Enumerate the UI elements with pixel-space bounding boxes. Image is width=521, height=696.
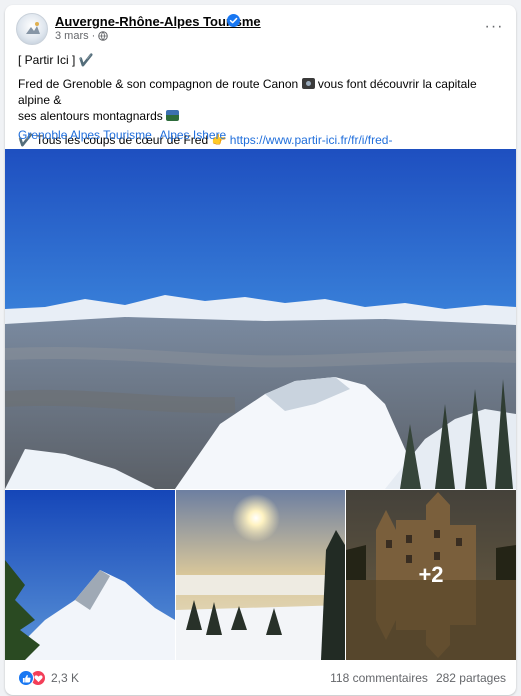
hashtag-grenoble[interactable]: Grenoble Alpes Tourisme bbox=[18, 128, 152, 142]
reaction-count[interactable]: 2,3 K bbox=[51, 671, 79, 685]
post-meta: 3 mars · bbox=[55, 30, 109, 42]
thumb-photo-ridge[interactable] bbox=[5, 490, 175, 660]
more-options-button[interactable]: ··· bbox=[480, 13, 508, 41]
post-header: Auvergne-Rhône-Alpes Tourisme 3 mars · ·… bbox=[5, 5, 516, 49]
photo-thumbnails: +2 bbox=[5, 490, 516, 660]
hashtag-alpes-ishere[interactable]: Alpes Ishere bbox=[160, 128, 227, 142]
camera-emoji-icon bbox=[301, 78, 315, 89]
partir-ici-link[interactable]: https://www.partir-ici.fr/fr/i/fred- bbox=[230, 133, 393, 147]
thumb-photo-sun[interactable] bbox=[176, 490, 345, 660]
hashtag-list: Grenoble Alpes Tourisme Alpes Ishere bbox=[18, 128, 231, 142]
more-photos-overlay[interactable]: +2 bbox=[346, 490, 516, 660]
main-photo-image bbox=[5, 149, 516, 489]
post-line-2: Fred de Grenoble & son compagnon de rout… bbox=[18, 77, 477, 107]
page-avatar[interactable] bbox=[16, 13, 48, 45]
heart-icon bbox=[33, 674, 43, 682]
avatar-logo-icon bbox=[26, 22, 40, 34]
thumb-ridge-image bbox=[5, 490, 175, 660]
post-date[interactable]: 3 mars bbox=[55, 30, 89, 42]
globe-icon bbox=[98, 31, 109, 41]
shares-count-link[interactable]: 282 partages bbox=[436, 671, 506, 685]
thumb-photo-castle[interactable]: +2 bbox=[346, 490, 516, 660]
post-line-1: [ Partir Ici ] ✔️ bbox=[18, 53, 94, 67]
like-icon bbox=[18, 670, 34, 686]
verified-badge-icon bbox=[227, 14, 240, 27]
thumb-sun-image bbox=[176, 490, 345, 660]
post-line-3: ses alentours montagnards bbox=[18, 108, 506, 124]
main-photo[interactable] bbox=[5, 149, 516, 489]
post-footer: 2,3 K 118 commentaires 282 partages bbox=[5, 660, 516, 695]
comments-count-link[interactable]: 118 commentaires bbox=[330, 671, 428, 685]
thumbs-up-icon bbox=[22, 674, 31, 683]
engagement-stats: 118 commentaires 282 partages bbox=[330, 671, 506, 685]
reactions-summary[interactable]: 2,3 K bbox=[18, 670, 79, 686]
mountain-emoji-icon bbox=[166, 110, 180, 121]
post-card: Auvergne-Rhône-Alpes Tourisme 3 mars · ·… bbox=[5, 5, 516, 695]
